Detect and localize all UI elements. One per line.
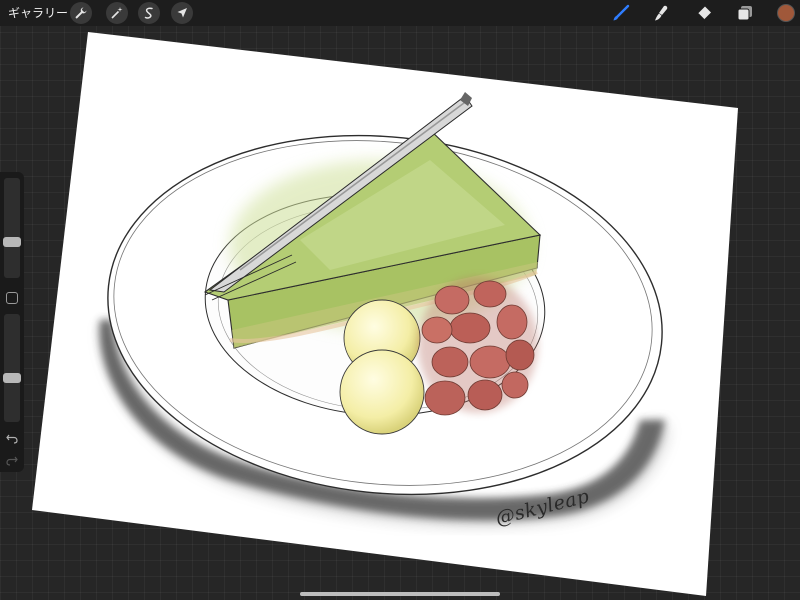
opacity-slider[interactable] [4,314,20,422]
magic-wand-icon [111,7,123,19]
arrow-cursor-icon [177,8,187,18]
opacity-thumb[interactable] [3,372,21,383]
smudge-tool[interactable] [652,3,672,23]
eraser-tool[interactable] [694,3,714,23]
brush-size-thumb[interactable] [3,236,21,247]
brush-tool[interactable] [611,3,631,23]
gallery-button[interactable]: ギャラリー [8,4,68,22]
left-sidebar [0,172,24,472]
brush-size-slider[interactable] [4,178,20,278]
eraser-icon [697,6,711,20]
selection-button[interactable] [138,2,160,24]
top-toolbar: ギャラリー [0,0,800,26]
drawing-canvas[interactable]: @skyleap [0,0,800,600]
brush-icon [613,4,630,21]
dango-drawing [339,299,425,435]
redo-icon [6,456,18,466]
wrench-icon [75,7,87,19]
artwork [32,32,738,596]
red-beans-drawing [418,277,538,416]
color-picker[interactable] [777,4,795,22]
redo-button[interactable] [5,452,19,466]
undo-button[interactable] [5,430,19,444]
transform-button[interactable] [171,2,193,24]
selection-icon [144,7,153,19]
adjustments-button[interactable] [106,2,128,24]
smudge-icon [655,5,668,21]
modify-button[interactable] [6,292,18,304]
home-indicator [300,592,500,596]
actions-button[interactable] [70,2,92,24]
undo-icon [6,434,18,444]
layers-icon [737,6,752,21]
layers-tool[interactable] [735,3,755,23]
